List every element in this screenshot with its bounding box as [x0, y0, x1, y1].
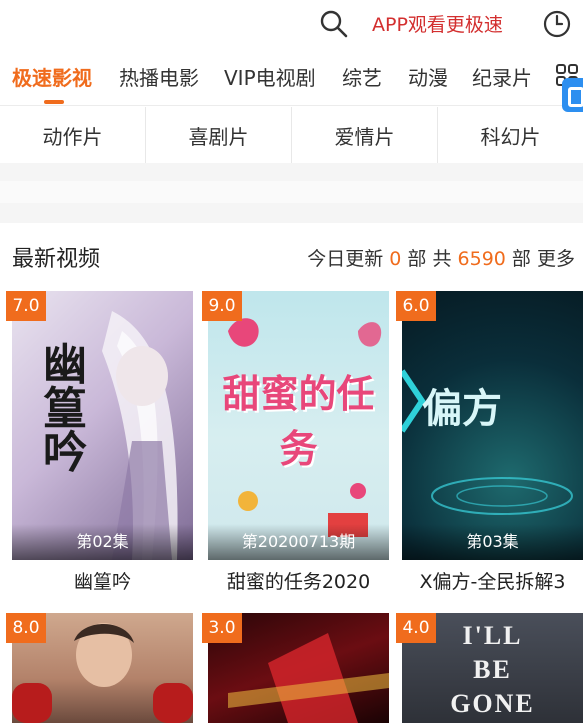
episode-label: 第02集	[12, 524, 193, 560]
top-bar: APP观看更极速	[0, 0, 583, 46]
today-count: 0	[389, 248, 402, 270]
poster-title-art: 甜蜜的任务	[222, 372, 375, 471]
genre-romance[interactable]: 爱情片	[292, 107, 438, 163]
genre-scifi[interactable]: 科幻片	[438, 107, 583, 163]
poster-title-art: 偏方	[422, 386, 502, 432]
history-clock-icon[interactable]	[541, 8, 573, 40]
episode-label: 第03集	[402, 524, 583, 560]
genre-action[interactable]: 动作片	[0, 107, 146, 163]
rating-badge: 6.0	[396, 291, 436, 321]
search-icon[interactable]	[318, 8, 350, 40]
nav-item-fast-video[interactable]: 极速影视	[12, 62, 92, 91]
video-title[interactable]: X偏方-全民拆解3	[402, 567, 583, 594]
nav-item-vip-tv[interactable]: VIP电视剧	[224, 62, 316, 91]
category-nav: 极速影视 热播电影 VIP电视剧 综艺 动漫 纪录片	[0, 46, 583, 106]
app-download-link[interactable]: APP观看更极速	[372, 10, 503, 37]
nav-item-variety[interactable]: 综艺	[342, 62, 382, 91]
episode-label: 第20200713期	[208, 524, 389, 560]
rating-badge: 8.0	[6, 613, 46, 643]
genre-comedy[interactable]: 喜剧片	[146, 107, 292, 163]
ad-placeholder-band	[0, 163, 583, 223]
section-title: 最新视频	[12, 247, 101, 272]
rating-badge: 4.0	[396, 613, 436, 643]
more-link[interactable]: 更多	[537, 248, 575, 270]
rating-badge: 7.0	[6, 291, 46, 321]
stats-prefix: 今日更新	[307, 248, 384, 270]
video-poster[interactable]: 甜蜜的任务 第20200713期	[208, 291, 389, 560]
total-count: 6590	[457, 248, 506, 270]
genre-row: 动作片 喜剧片 爱情片 科幻片	[0, 107, 583, 163]
total-label: 共	[432, 248, 452, 270]
stats-unit: 部	[407, 248, 427, 270]
nav-item-documentary[interactable]: 纪录片	[472, 62, 532, 91]
stats-unit: 部	[511, 248, 531, 270]
video-title[interactable]: 甜蜜的任务2020	[208, 567, 389, 594]
nav-item-hot-movies[interactable]: 热播电影	[119, 62, 199, 91]
video-poster[interactable]: 偏方 第03集	[402, 291, 583, 560]
rating-badge: 3.0	[202, 613, 242, 643]
poster-title-art: 幽篁吟	[35, 341, 86, 473]
video-title[interactable]: 幽篁吟	[12, 567, 193, 594]
rating-badge: 9.0	[202, 291, 242, 321]
nav-item-anime[interactable]: 动漫	[408, 62, 448, 91]
update-stats: 今日更新 0 部 共 6590 部 更多	[307, 244, 575, 271]
active-nav-indicator	[44, 100, 64, 104]
video-poster[interactable]: 幽篁吟 第02集	[12, 291, 193, 560]
